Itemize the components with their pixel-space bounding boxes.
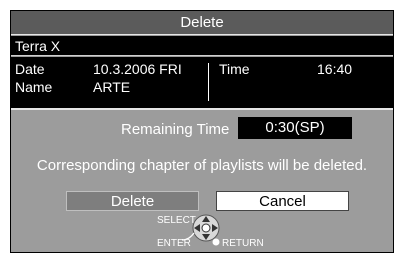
delete-button[interactable]: Delete [66, 191, 199, 211]
remaining-time-value: 0:30(SP) [238, 117, 352, 139]
delete-dialog: Delete Terra X Date 10.3.2006 FRI Name A… [10, 10, 394, 253]
return-hint: RETURN [222, 238, 264, 249]
warning-message: Corresponding chapter of playlists will … [36, 157, 368, 174]
time-label: Time [219, 61, 250, 77]
name-label: Name [15, 79, 53, 95]
enter-arrow-icon [181, 232, 195, 241]
dialog-title: Delete [11, 11, 393, 35]
recording-info: Date 10.3.2006 FRI Name ARTE Time 16:40 [11, 57, 393, 110]
program-title: Terra X [11, 36, 393, 56]
info-separator [208, 63, 209, 101]
cancel-button[interactable]: Cancel [216, 191, 349, 211]
return-bullet-icon [212, 238, 220, 246]
time-value: 16:40 [317, 61, 353, 77]
date-value: 10.3.2006 FRI [93, 61, 182, 77]
name-value: ARTE [93, 79, 131, 95]
screen: Delete Terra X Date 10.3.2006 FRI Name A… [0, 0, 401, 255]
date-label: Date [15, 61, 45, 77]
remaining-time-label: Remaining Time [121, 121, 230, 138]
